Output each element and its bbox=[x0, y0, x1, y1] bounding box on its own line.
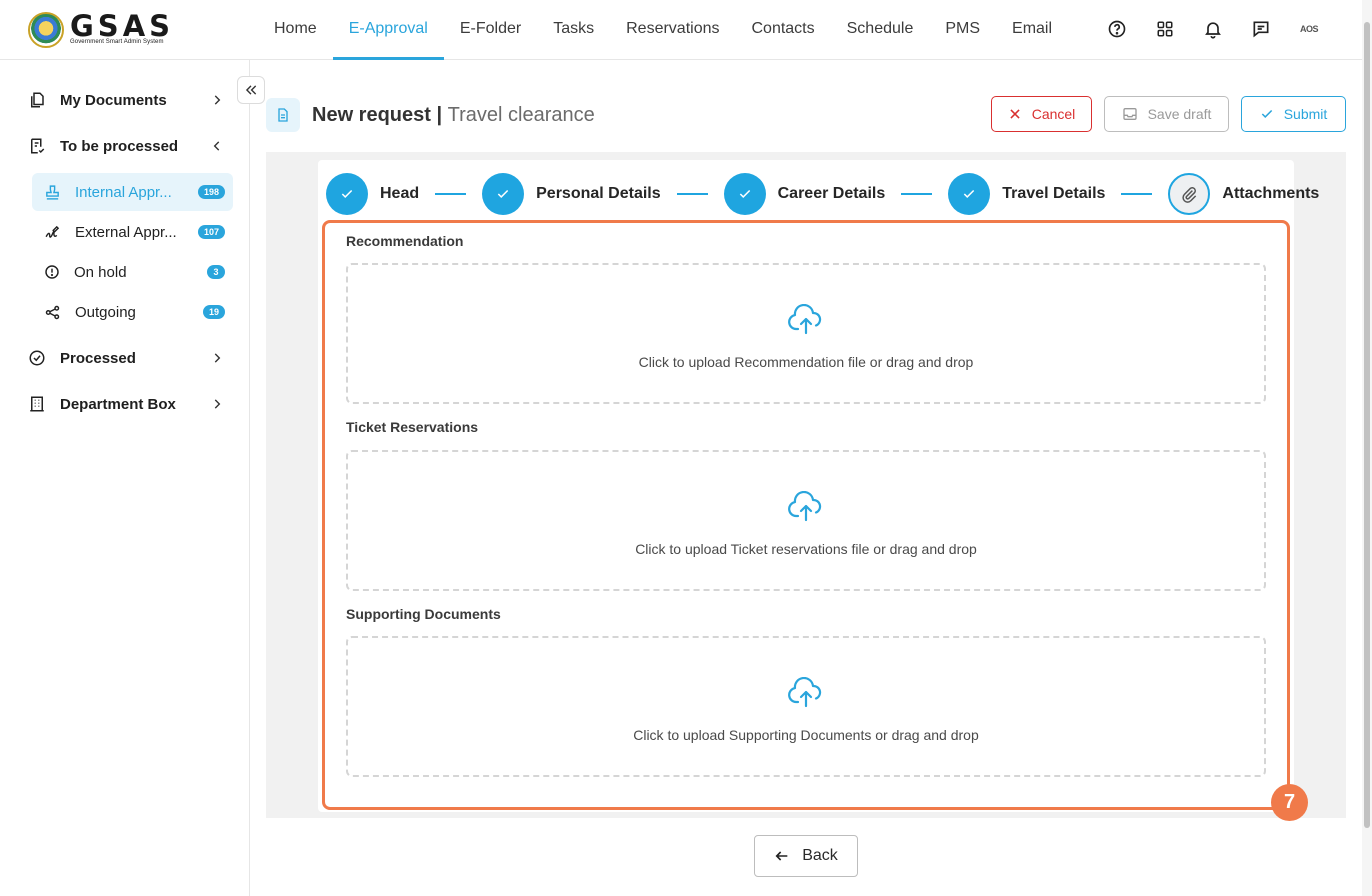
count-badge: 3 bbox=[207, 265, 225, 279]
step-career-details[interactable]: Career Details bbox=[723, 173, 885, 215]
sidebar-group-department-box[interactable]: Department Box bbox=[28, 386, 224, 422]
check-icon bbox=[326, 173, 368, 215]
annotation-highlight-box bbox=[322, 220, 1290, 810]
logo-name: GSAS bbox=[70, 9, 175, 43]
sidebar-item-on-hold[interactable]: On hold 3 bbox=[32, 253, 233, 291]
sidebar-item-internal-approvals[interactable]: Internal Appr... 198 bbox=[32, 173, 233, 211]
nav-pms[interactable]: PMS bbox=[929, 0, 996, 60]
step-connector bbox=[435, 193, 467, 195]
user-avatar[interactable]: AOS bbox=[1296, 16, 1322, 42]
sidebar-item-outgoing[interactable]: Outgoing 19 bbox=[32, 293, 233, 331]
sidebar-group-to-be-processed[interactable]: To be processed bbox=[28, 128, 224, 164]
chevron-right-icon bbox=[214, 399, 221, 409]
signature-icon bbox=[45, 225, 60, 238]
inbox-icon bbox=[1122, 108, 1137, 120]
step-head[interactable]: Head bbox=[326, 173, 419, 215]
page-subtitle: Travel clearance bbox=[447, 104, 595, 126]
nav-email[interactable]: Email bbox=[996, 0, 1068, 60]
close-icon bbox=[1010, 109, 1020, 119]
nav-reservations[interactable]: Reservations bbox=[610, 0, 735, 60]
submit-button[interactable]: Submit bbox=[1241, 96, 1346, 132]
sidebar-group-my-documents[interactable]: My Documents bbox=[28, 82, 224, 118]
app-logo[interactable]: GSAS Government Smart Admin System bbox=[28, 12, 174, 48]
government-seal-icon bbox=[28, 12, 64, 48]
document-icon bbox=[266, 98, 300, 132]
back-button[interactable]: Back bbox=[754, 835, 858, 877]
main-nav: Home E-Approval E-Folder Tasks Reservati… bbox=[258, 0, 1068, 60]
sidebar-item-external-approvals[interactable]: External Appr... 107 bbox=[32, 213, 233, 251]
page-title: New request | Travel clearance bbox=[312, 104, 595, 126]
sidebar-group-processed[interactable]: Processed bbox=[28, 340, 224, 376]
step-attachments[interactable]: Attachments bbox=[1168, 173, 1319, 215]
building-icon bbox=[30, 396, 44, 412]
alert-circle-icon bbox=[45, 265, 59, 279]
step-connector bbox=[901, 193, 933, 195]
chat-icon[interactable] bbox=[1248, 16, 1274, 42]
chevron-left-icon bbox=[213, 141, 220, 151]
nav-home[interactable]: Home bbox=[258, 0, 333, 60]
check-circle-icon bbox=[29, 350, 45, 366]
annotation-step-badge: 7 bbox=[1271, 784, 1308, 821]
step-connector bbox=[676, 193, 708, 195]
nav-contacts[interactable]: Contacts bbox=[735, 0, 830, 60]
save-draft-button[interactable]: Save draft bbox=[1104, 96, 1229, 132]
scrollbar-thumb[interactable] bbox=[1364, 22, 1370, 828]
top-navbar: GSAS Government Smart Admin System Home … bbox=[0, 0, 1362, 60]
check-icon bbox=[482, 173, 525, 215]
logo-subtitle: Government Smart Admin System bbox=[70, 39, 164, 45]
apps-grid-icon[interactable] bbox=[1152, 16, 1178, 42]
count-badge: 19 bbox=[202, 305, 225, 319]
bell-icon[interactable] bbox=[1200, 16, 1226, 42]
chevron-right-icon bbox=[214, 353, 221, 363]
share-icon bbox=[45, 305, 60, 319]
count-badge: 198 bbox=[197, 185, 225, 199]
nav-tasks[interactable]: Tasks bbox=[537, 0, 610, 60]
stamp-icon bbox=[46, 184, 59, 200]
step-travel-details[interactable]: Travel Details bbox=[948, 173, 1105, 215]
step-personal-details[interactable]: Personal Details bbox=[482, 173, 661, 215]
nav-e-approval[interactable]: E-Approval bbox=[332, 0, 444, 60]
cancel-button[interactable]: Cancel bbox=[991, 96, 1092, 132]
help-icon[interactable] bbox=[1104, 16, 1130, 42]
sidebar-collapse-button[interactable] bbox=[237, 76, 265, 104]
paperclip-icon bbox=[1168, 173, 1211, 215]
count-badge: 107 bbox=[197, 225, 225, 239]
check-icon bbox=[723, 173, 766, 215]
check-icon bbox=[948, 173, 991, 215]
page-scrollbar[interactable] bbox=[1362, 0, 1372, 896]
chevron-right-icon bbox=[214, 95, 221, 105]
documents-icon bbox=[31, 92, 44, 108]
arrow-left-icon bbox=[775, 851, 788, 861]
form-stepper: Head Personal Details Career Details Tra… bbox=[326, 173, 1319, 215]
step-connector bbox=[1121, 193, 1153, 195]
inbox-check-icon bbox=[31, 138, 45, 154]
check-icon bbox=[1261, 109, 1272, 118]
nav-schedule[interactable]: Schedule bbox=[831, 0, 930, 60]
nav-e-folder[interactable]: E-Folder bbox=[444, 0, 537, 60]
